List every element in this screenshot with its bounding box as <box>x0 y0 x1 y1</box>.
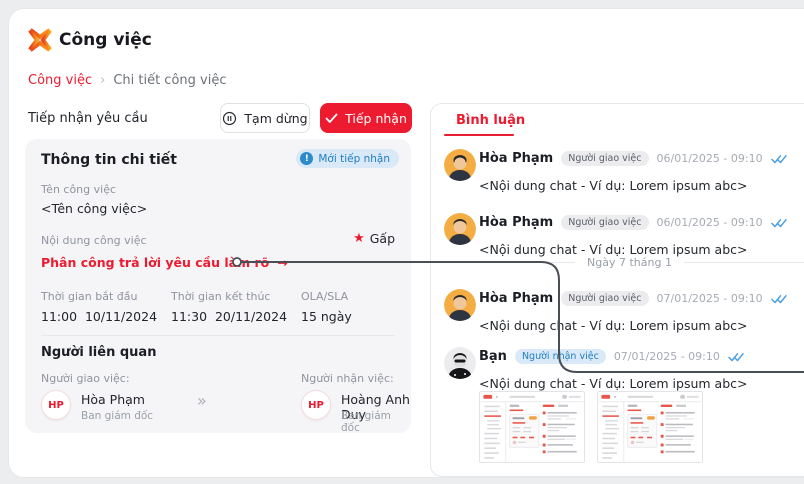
end-time-label: Thời gian kết thúc <box>171 290 270 303</box>
people-section-title: Người liên quan <box>41 345 156 360</box>
breadcrumb: Công việc › Chi tiết công việc <box>28 73 227 88</box>
status-badge-label: Mới tiếp nhận <box>318 153 390 165</box>
assigner-avatar-illustration <box>444 213 476 245</box>
content-link-label: Phân công trả lời yêu cầu làm rõ <box>41 255 269 270</box>
assignee-role: Ban giám đốc <box>341 410 411 434</box>
assigner-avatar-illustration <box>444 289 476 321</box>
double-check-icon <box>728 352 744 362</box>
comment-timestamp: 07/01/2025 - 09:10 <box>614 350 720 363</box>
double-check-icon <box>771 218 787 228</box>
end-time-value: 11:30 20/11/2024 <box>171 309 287 324</box>
start-time-label: Thời gian bắt đầu <box>41 290 137 303</box>
comment-message: <Nội dung chat - Ví dụ: Lorem ipsum abc> <box>479 376 748 391</box>
assigner-name: Hòa Phạm <box>81 392 145 407</box>
comment-role-badge: Người giao việc <box>561 291 648 306</box>
comment-timestamp: 06/01/2025 - 09:10 <box>657 152 763 165</box>
comment-message: <Nội dung chat - Ví dụ: Lorem ipsum abc> <box>479 318 748 333</box>
check-icon <box>325 113 338 124</box>
comment-role-badge: Người giao việc <box>561 215 648 230</box>
accept-button[interactable]: Tiếp nhận <box>320 103 412 133</box>
assignee-label: Người nhận việc: <box>301 372 394 385</box>
comment-message: <Nội dung chat - Ví dụ: Lorem ipsum abc> <box>479 178 748 193</box>
content-label: Nội dung công việc <box>41 234 147 247</box>
comment-timestamp: 07/01/2025 - 09:10 <box>657 292 763 305</box>
comment-attachments <box>479 391 703 463</box>
chevron-right-icon: › <box>100 73 105 88</box>
star-icon: ★ <box>353 231 365 246</box>
tab-active-indicator <box>444 134 514 136</box>
action-bar-label: Tiếp nhận yêu cầu <box>28 111 148 126</box>
breadcrumb-root[interactable]: Công việc <box>28 73 92 88</box>
app-logo-icon <box>28 28 52 52</box>
breadcrumb-current: Chi tiết công việc <box>113 73 226 88</box>
self-avatar-illustration <box>444 347 476 379</box>
assigner-avatar-illustration <box>444 149 476 181</box>
task-name-label: Tên công việc <box>41 183 116 196</box>
comment-attachment-thumbnail[interactable] <box>597 391 703 463</box>
comment-author: Hòa Phạm <box>479 291 553 306</box>
comment-attachment-thumbnail[interactable] <box>479 391 585 463</box>
tab-comments[interactable]: Bình luận <box>456 113 525 128</box>
double-chevron-icon: » <box>197 391 207 410</box>
divider <box>41 335 395 336</box>
urgent-label: Gấp <box>370 231 395 246</box>
accept-button-label: Tiếp nhận <box>345 111 407 126</box>
arrow-right-icon: → <box>277 255 287 270</box>
comment-author: Bạn <box>479 349 507 364</box>
comment-author: Hòa Phạm <box>479 151 553 166</box>
assigner-label: Người giao việc: <box>41 372 130 385</box>
comment-role-badge: Người giao việc <box>561 151 648 166</box>
sla-label: OLA/SLA <box>301 290 348 303</box>
pause-circle-icon <box>222 111 237 126</box>
comments-panel: Bình luận Hòa Phạm Người giao việc 06/01… <box>430 103 804 477</box>
sla-value: 15 ngày <box>301 309 352 324</box>
comment-message: <Nội dung chat - Ví dụ: Lorem ipsum abc> <box>479 242 748 257</box>
content-link[interactable]: Phân công trả lời yêu cầu làm rõ → <box>41 255 288 270</box>
date-divider-label: Ngày 7 tháng 1 <box>587 256 672 269</box>
page-title: Công việc <box>59 30 152 50</box>
urgent-flag: ★ Gấp <box>353 231 395 246</box>
assigner-avatar: HP <box>41 390 71 420</box>
assignee-avatar: HP <box>301 390 331 420</box>
detail-card-title: Thông tin chi tiết <box>41 152 177 168</box>
comment-role-badge: Người nhận việc <box>515 349 606 364</box>
double-check-icon <box>771 294 787 304</box>
assigner-role: Ban giám đốc <box>81 410 153 422</box>
double-check-icon <box>771 154 787 164</box>
pause-button-label: Tạm dừng <box>244 111 307 126</box>
task-name-value: <Tên công việc> <box>41 201 147 216</box>
status-badge: ! Mới tiếp nhận <box>296 149 399 168</box>
exclamation-icon: ! <box>300 152 313 165</box>
pause-button[interactable]: Tạm dừng <box>220 103 310 133</box>
comment-author: Hòa Phạm <box>479 215 553 230</box>
comment-timestamp: 06/01/2025 - 09:10 <box>657 216 763 229</box>
task-detail-card: Thông tin chi tiết ! Mới tiếp nhận Tên c… <box>25 139 411 433</box>
date-divider: Ngày 7 tháng 1 <box>444 256 804 269</box>
start-time-value: 11:00 10/11/2024 <box>41 309 157 324</box>
